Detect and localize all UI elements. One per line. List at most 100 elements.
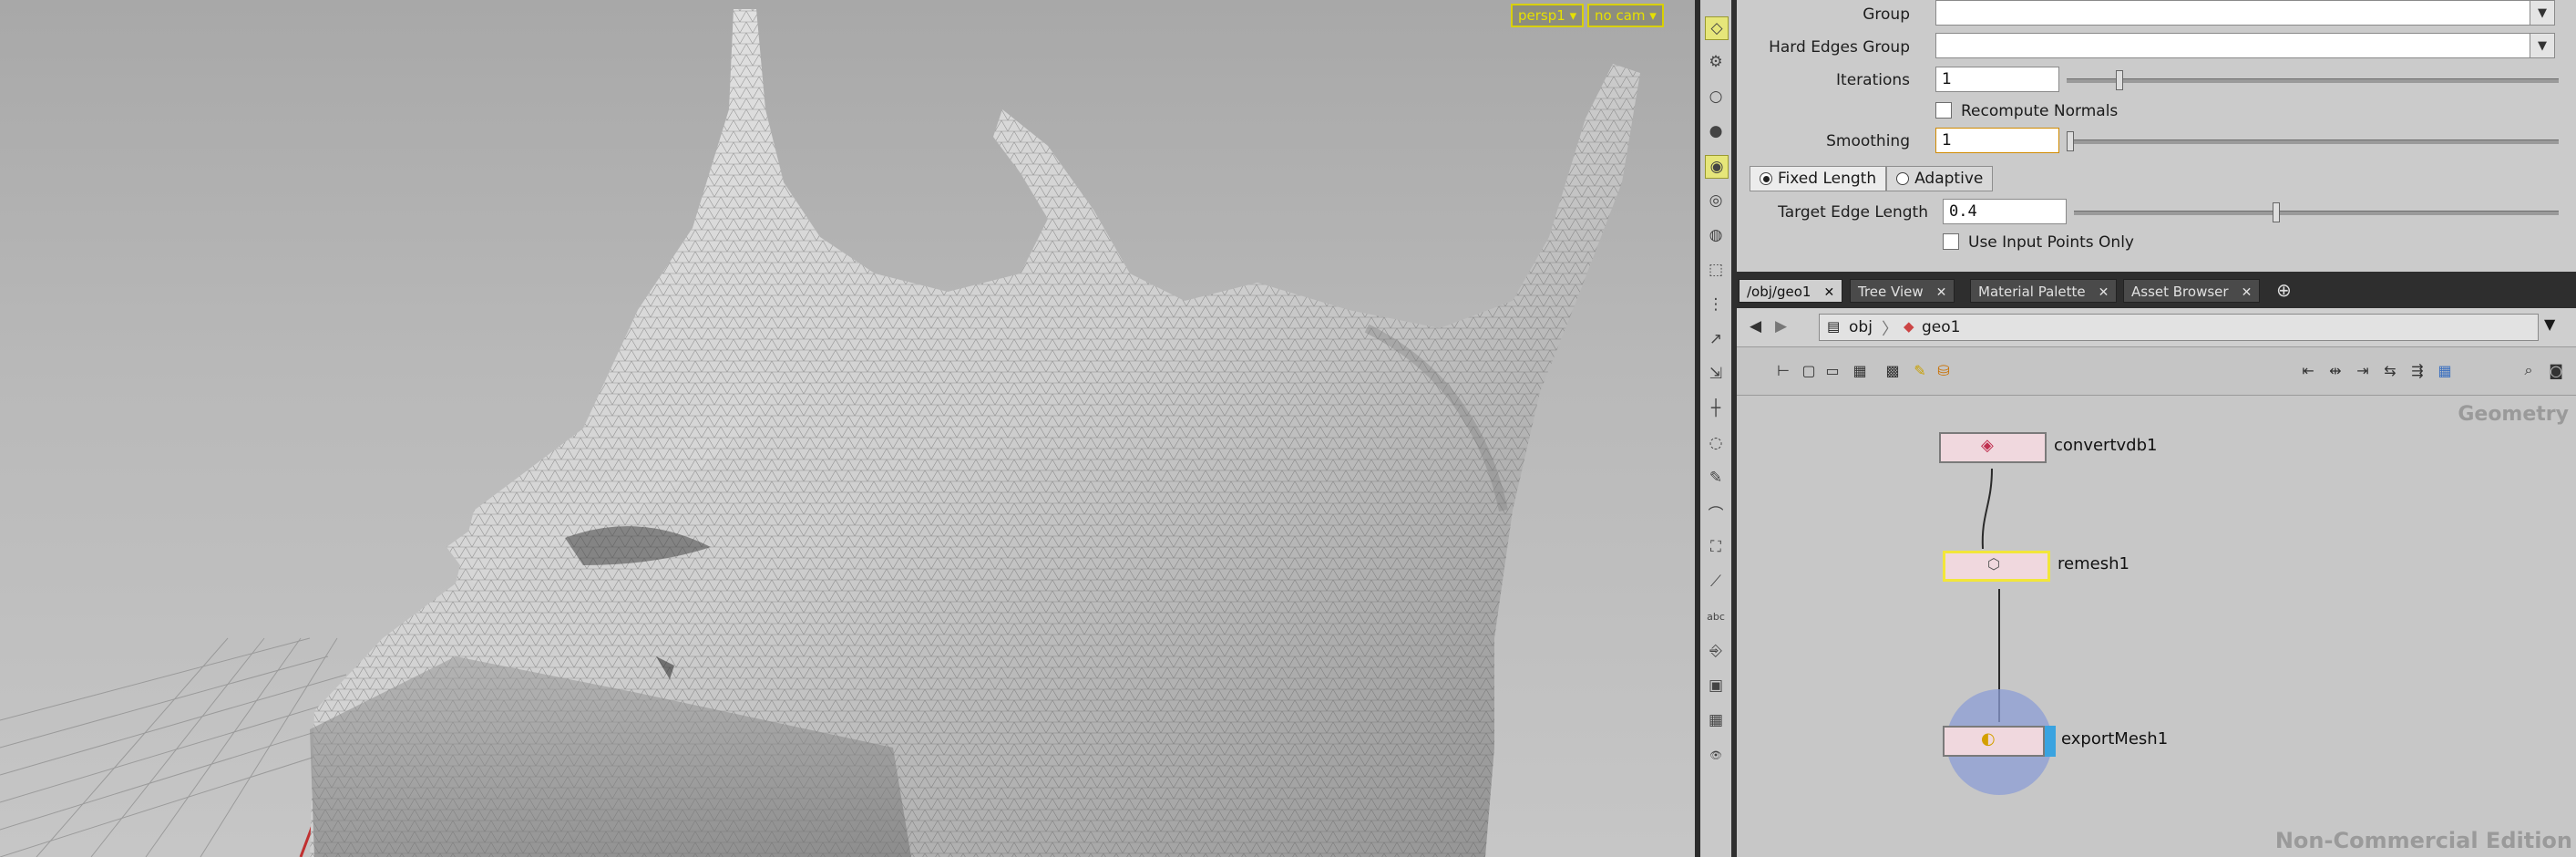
node-exportMesh1[interactable]: ◐: [1943, 726, 2045, 757]
hard-edges-dropdown[interactable]: ▼: [2530, 33, 2555, 58]
close-icon[interactable]: ✕: [2099, 285, 2109, 300]
display-options-icon[interactable]: ◙: [2546, 360, 2566, 380]
adaptive-label: Adaptive: [1914, 170, 1984, 188]
smoothing-label: Smoothing: [1826, 132, 1910, 150]
radio-on-icon: [1760, 172, 1772, 185]
note-icon[interactable]: ✎: [1910, 360, 1930, 380]
measure-icon[interactable]: ⟋: [1705, 571, 1727, 593]
scale-icon[interactable]: ⇲: [1705, 363, 1727, 385]
smoothing-slider-track[interactable]: [2067, 139, 2559, 144]
lasso-icon[interactable]: ◌: [1705, 432, 1727, 454]
target-edge-field[interactable]: 0.4: [1943, 199, 2067, 224]
path-root[interactable]: obj: [1849, 318, 1873, 336]
target-edge-label: Target Edge Length: [1778, 203, 1928, 222]
align-left-icon[interactable]: ⇤: [2298, 360, 2318, 380]
back-icon[interactable]: ◀: [1750, 317, 1761, 336]
axis-icon[interactable]: ↗: [1705, 328, 1727, 350]
use-input-points-checkbox[interactable]: [1943, 233, 1959, 250]
adaptive-option[interactable]: Adaptive: [1886, 166, 1994, 191]
tab-material-palette[interactable]: Material Palette ✕: [1970, 279, 2118, 303]
sphere-alt-icon[interactable]: ◍: [1705, 224, 1727, 246]
frame-icon[interactable]: ▢: [1799, 360, 1819, 380]
non-commercial-watermark: Non-Commercial Edition: [2274, 828, 2572, 853]
tab-tree-view[interactable]: Tree View ✕: [1850, 279, 1955, 303]
close-icon[interactable]: ✕: [2242, 285, 2253, 300]
target-edge-slider-knob[interactable]: [2273, 202, 2281, 222]
display-flag[interactable]: [2045, 726, 2056, 757]
sphere-icon[interactable]: ◎: [1705, 190, 1727, 212]
fit-icon[interactable]: ⛶: [1705, 536, 1727, 558]
circle-icon[interactable]: ○: [1705, 86, 1727, 108]
wire-convertvdb-remesh: [1981, 468, 1993, 550]
paint-icon[interactable]: ✎: [1705, 467, 1727, 489]
node-convertvdb1[interactable]: ◈: [1939, 432, 2047, 463]
group-field[interactable]: [1935, 0, 2537, 26]
iterations-field[interactable]: 1: [1935, 67, 2059, 92]
tool-shelf: ◇ ⚙ ○ ● ◉ ◎ ◍ ⬚ ⋮ ↗ ⇲ ┼ ◌ ✎ ⌒ ⛶ ⟋ abc ⎆ ▣ ▦ 👁: [1700, 0, 1732, 857]
hard-edges-label: Hard Edges Group: [1769, 38, 1910, 57]
smooth-icon[interactable]: ◉: [1705, 155, 1729, 179]
eye-icon[interactable]: 👁: [1705, 744, 1727, 766]
vdb-icon: ◈: [1981, 436, 1994, 455]
parameter-pane: Group ▼ Hard Edges Group ▼ Iterations 1 …: [1737, 0, 2576, 272]
sticky-icon[interactable]: ▭: [1822, 360, 1842, 380]
mesh-render: [0, 9, 1640, 857]
select-icon[interactable]: ◇: [1705, 16, 1729, 40]
cube-icon[interactable]: ⬚: [1705, 259, 1727, 281]
path-separator-icon: 〉: [1882, 320, 1898, 339]
layout-icon[interactable]: ▩: [1883, 360, 1903, 380]
fixed-length-label: Fixed Length: [1778, 170, 1877, 188]
smoothing-field[interactable]: 1: [1935, 128, 2059, 153]
forward-icon[interactable]: ▶: [1775, 317, 1787, 336]
scene-viewport[interactable]: persp1 ▾ no cam ▾: [0, 0, 1695, 857]
length-mode-radio: Fixed Length Adaptive: [1750, 166, 1994, 191]
hda-icon[interactable]: ⛁: [1934, 360, 1954, 380]
handle-icon[interactable]: ┼: [1705, 398, 1727, 419]
geo-icon: ◆: [1904, 318, 1914, 335]
camera-menu[interactable]: persp1 ▾: [1511, 4, 1585, 27]
node-label-exportMesh1: exportMesh1: [2061, 729, 2169, 749]
curve-icon[interactable]: ⌒: [1705, 501, 1727, 524]
grid-icon[interactable]: ▦: [1705, 709, 1727, 731]
close-icon[interactable]: ✕: [1823, 285, 1834, 300]
grid-view-icon[interactable]: ▦: [1850, 360, 1870, 380]
brush-icon[interactable]: ●: [1705, 120, 1727, 142]
iterations-slider-knob[interactable]: [2116, 70, 2123, 90]
snap-icon[interactable]: ⇶: [2407, 360, 2427, 380]
hard-edges-field[interactable]: [1935, 33, 2537, 58]
radio-off-icon: [1896, 172, 1910, 185]
add-tab-icon[interactable]: ⊕: [2276, 279, 2292, 301]
distribute-icon[interactable]: ⇆: [2380, 360, 2400, 380]
gear-icon[interactable]: ⚙: [1705, 51, 1727, 73]
path-current[interactable]: geo1: [1922, 318, 1960, 336]
image-icon[interactable]: ▣: [1705, 675, 1727, 697]
dots-icon[interactable]: ⋮: [1705, 294, 1727, 315]
network-wires: [1946, 468, 2052, 795]
tree-icon[interactable]: ⊢: [1773, 360, 1793, 380]
node-remesh1[interactable]: ⬡: [1943, 551, 2050, 582]
abc-icon[interactable]: abc: [1705, 605, 1727, 627]
path-field[interactable]: ▤ obj 〉 ◆ geo1: [1819, 314, 2539, 341]
camera-icon[interactable]: ⎆: [1705, 640, 1727, 662]
pane-tab-bar: /obj/geo1 ✕ Tree View ✕ Material Palette ✕ …: [1737, 272, 2576, 308]
close-icon[interactable]: ✕: [1936, 285, 1947, 300]
tab-asset-browser[interactable]: Asset Browser ✕: [2123, 279, 2261, 303]
group-dropdown[interactable]: ▼: [2530, 0, 2555, 26]
align-right-icon[interactable]: ⇥: [2353, 360, 2373, 380]
chevron-down-icon[interactable]: ▼: [2544, 315, 2555, 333]
use-input-points-label: Use Input Points Only: [1968, 233, 2134, 252]
network-editor[interactable]: Geometry ◈ convertvdb1 ⬡ remesh1 ◐ expor…: [1737, 396, 2576, 857]
folder-icon: ▤: [1827, 318, 1841, 335]
iterations-slider-track[interactable]: [2067, 78, 2559, 83]
fixed-length-option[interactable]: Fixed Length: [1750, 166, 1887, 191]
node-label-convertvdb1: convertvdb1: [2054, 436, 2158, 455]
smoothing-slider-knob[interactable]: [2067, 131, 2074, 151]
cam-menu[interactable]: no cam ▾: [1587, 4, 1664, 27]
target-edge-slider-track[interactable]: [2074, 211, 2559, 215]
group-label: Group: [1863, 5, 1910, 24]
tab-obj-geo1[interactable]: /obj/geo1 ✕: [1739, 279, 1843, 303]
grid-snap-icon[interactable]: ▦: [2435, 360, 2455, 380]
zoom-icon[interactable]: ⌕: [2519, 360, 2539, 380]
align-center-icon[interactable]: ⇹: [2325, 360, 2345, 380]
recompute-normals-checkbox[interactable]: [1935, 102, 1952, 119]
